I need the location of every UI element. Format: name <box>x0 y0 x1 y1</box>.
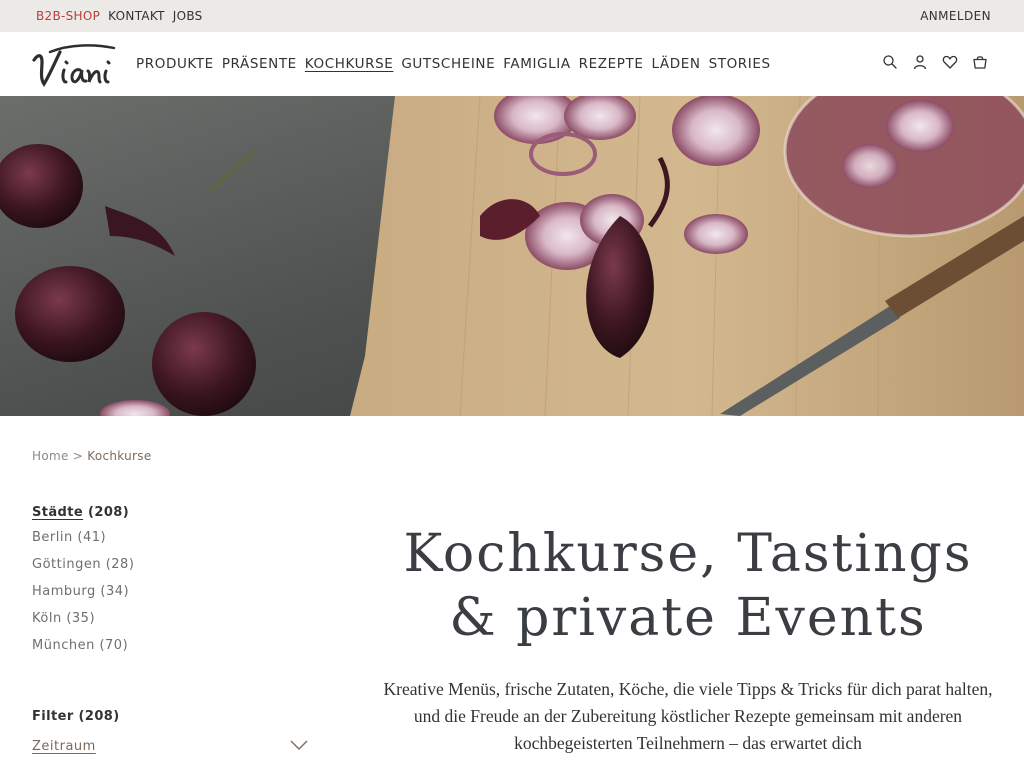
city-count: (35) <box>66 611 96 626</box>
nav-kochkurse[interactable]: KOCHKURSE <box>305 56 394 72</box>
city-goettingen[interactable]: Göttingen (28) <box>32 556 308 583</box>
main-header: PRODUKTE PRÄSENTE KOCHKURSE GUTSCHEINE F… <box>0 32 1024 96</box>
nav-stories[interactable]: STORIES <box>709 56 771 72</box>
breadcrumb-separator: > <box>72 449 84 463</box>
city-count: (70) <box>99 638 129 653</box>
cities-count: (208) <box>88 505 130 520</box>
header-icons <box>882 54 988 70</box>
city-name: München <box>32 638 95 653</box>
nav-gutscheine[interactable]: GUTSCHEINE <box>401 56 495 72</box>
city-name: Hamburg <box>32 584 96 599</box>
filter-heading: Filter (208) <box>32 709 120 724</box>
utility-links: B2B-SHOP KONTAKT JOBS <box>36 9 203 23</box>
city-muenchen[interactable]: München (70) <box>32 637 308 664</box>
zeitraum-label: Zeitraum <box>32 739 96 754</box>
user-icon[interactable] <box>912 54 928 70</box>
city-name: Berlin <box>32 530 73 545</box>
utility-bar: B2B-SHOP KONTAKT JOBS ANMELDEN <box>0 0 1024 32</box>
nav-produkte[interactable]: PRODUKTE <box>136 56 214 72</box>
jobs-link[interactable]: JOBS <box>173 9 203 23</box>
city-name: Köln <box>32 611 62 626</box>
city-hamburg[interactable]: Hamburg (34) <box>32 583 308 610</box>
nav-praesente[interactable]: PRÄSENTE <box>222 56 297 72</box>
filter-sidebar: Städte (208) Berlin (41) Göttingen (28) … <box>32 505 308 754</box>
cities-heading[interactable]: Städte (208) <box>32 505 308 520</box>
intro-text: Kreative Menüs, frische Zutaten, Köche, … <box>383 679 993 753</box>
viani-logo[interactable] <box>30 40 118 90</box>
nav-rezepte[interactable]: REZEPTE <box>579 56 644 72</box>
page-title-line-2: & private Events <box>449 588 927 648</box>
breadcrumb: Home > Kochkurse <box>32 449 152 463</box>
login-link[interactable]: ANMELDEN <box>920 9 991 23</box>
breadcrumb-home[interactable]: Home <box>32 449 69 463</box>
cart-icon[interactable] <box>972 54 988 70</box>
cities-label: Städte <box>32 505 84 520</box>
city-name: Göttingen <box>32 557 102 572</box>
chevron-down-icon <box>290 740 308 750</box>
page-title: Kochkurse, Tastings & private Events <box>380 522 996 650</box>
main-content: Kochkurse, Tastings & private Events Kre… <box>380 522 996 757</box>
nav-laeden[interactable]: LÄDEN <box>651 56 700 72</box>
city-count: (41) <box>77 530 107 545</box>
page-title-line-1: Kochkurse, Tastings <box>403 524 973 584</box>
city-count: (34) <box>100 584 130 599</box>
city-count: (28) <box>105 557 135 572</box>
heart-icon[interactable] <box>942 54 958 70</box>
city-berlin[interactable]: Berlin (41) <box>32 529 308 556</box>
search-icon[interactable] <box>882 54 898 70</box>
city-koeln[interactable]: Köln (35) <box>32 610 308 637</box>
b2b-shop-link[interactable]: B2B-SHOP <box>36 9 100 23</box>
main-navigation: PRODUKTE PRÄSENTE KOCHKURSE GUTSCHEINE F… <box>136 56 771 72</box>
hero-image <box>0 96 1024 416</box>
breadcrumb-current: Kochkurse <box>87 449 152 463</box>
zeitraum-dropdown[interactable]: Zeitraum <box>32 739 308 754</box>
nav-famiglia[interactable]: FAMIGLIA <box>503 56 570 72</box>
contact-link[interactable]: KONTAKT <box>108 9 165 23</box>
